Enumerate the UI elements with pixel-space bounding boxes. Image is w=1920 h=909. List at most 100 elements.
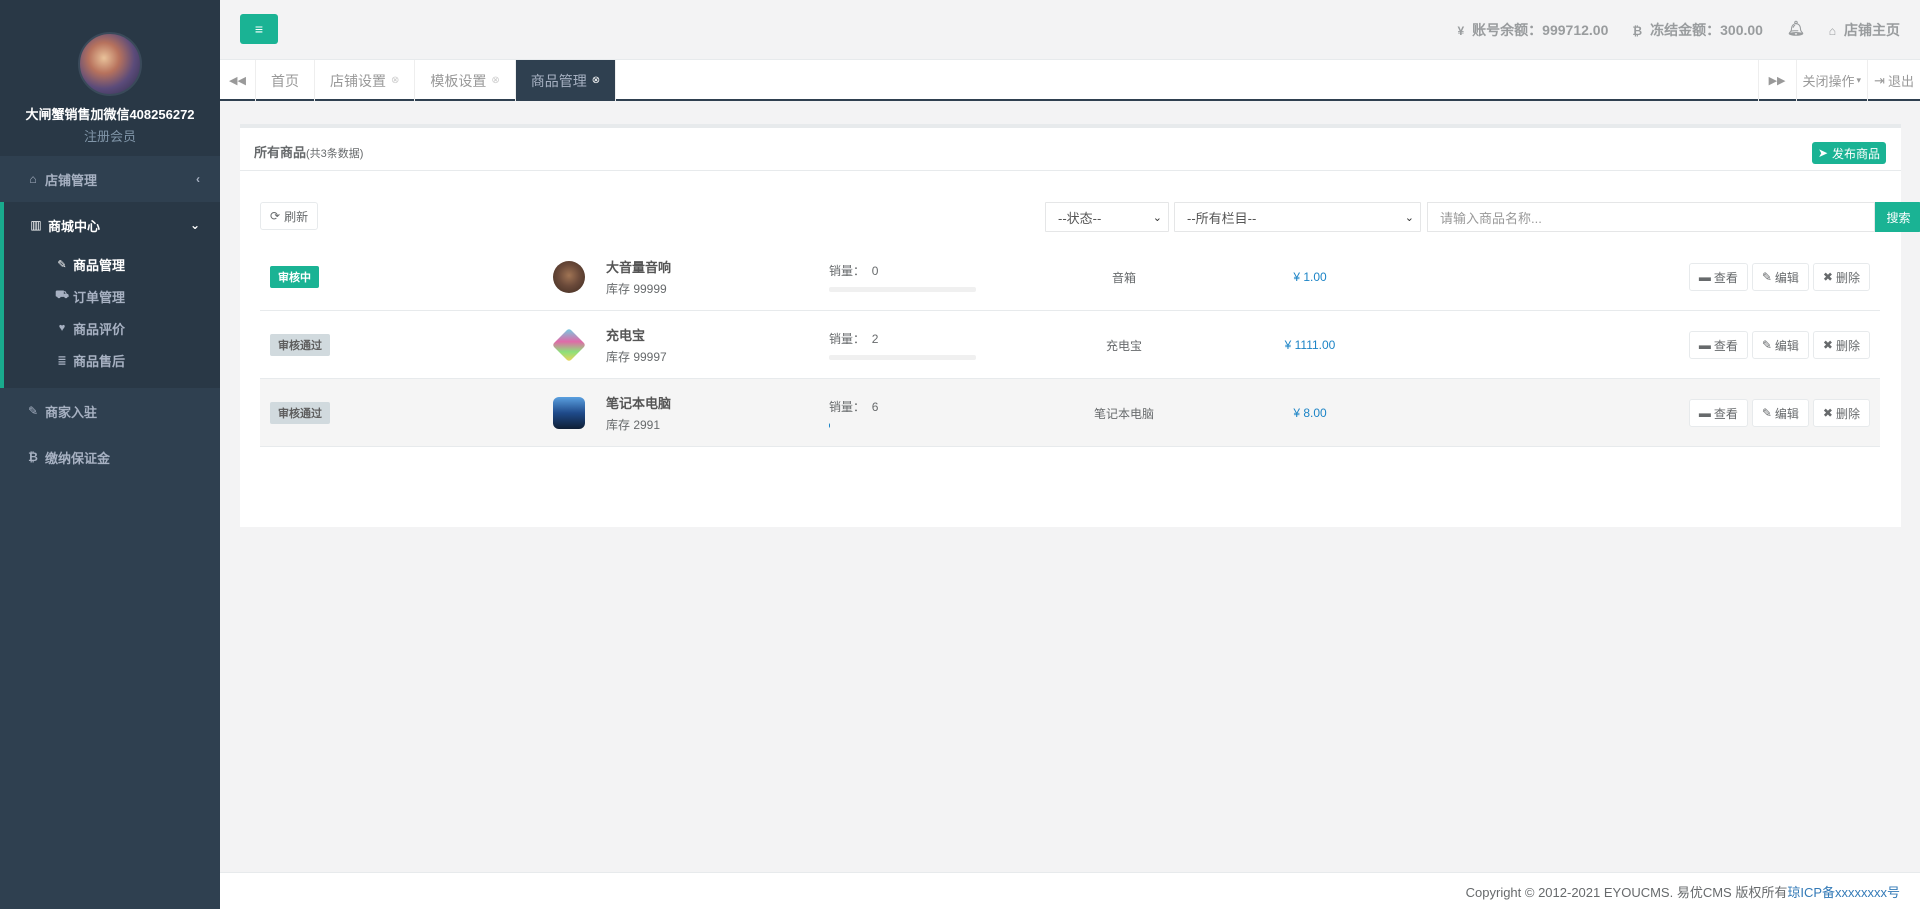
tab-label: 店铺设置 [330, 72, 386, 89]
close-icon: ✖ [1822, 338, 1833, 352]
column-select[interactable]: --所有栏目-- ⌄ [1174, 202, 1421, 232]
close-icon: ✖ [1822, 406, 1833, 420]
delete-label: 删除 [1835, 406, 1860, 421]
product-thumbnail[interactable] [552, 328, 586, 362]
sidebar-item-store-management[interactable]: ⌂ 店铺管理 ‹ [0, 156, 220, 202]
search-placeholder: 请输入商品名称... [1440, 210, 1542, 226]
sales-label: 销量： [829, 264, 866, 278]
sidebar: 大闸蟹销售加微信408256272 注册会员 ⌂ 店铺管理 ‹ ▥ 商城中心 ⌄… [0, 0, 220, 909]
view-button[interactable]: ▬ 查看 [1688, 263, 1748, 291]
tab-product-management[interactable]: 商品管理 ⊗ [515, 60, 617, 101]
edit-label: 编辑 [1774, 338, 1799, 353]
refresh-button[interactable]: ⟳ 刷新 [260, 202, 319, 230]
notification-bell[interactable]: 🔔︎ [1787, 20, 1805, 40]
refresh-icon: ⟳ [270, 209, 281, 223]
delete-button[interactable]: ✖ 删除 [1812, 263, 1870, 291]
product-price: ¥ 8.00 [1293, 406, 1327, 420]
forward-icon: ▶▶ [1768, 75, 1786, 87]
bar-chart-icon: ▥ [30, 218, 42, 232]
sidebar-subitem-order-management[interactable]: ⛟ 订单管理 [4, 280, 220, 312]
close-icon[interactable]: ⊗ [592, 75, 600, 86]
tabs-bar: ◀◀ 首页 店铺设置 ⊗ 模板设置 ⊗ 商品管理 ⊗ ▶▶ 关闭操作 ▾ ⇥ 退出 [220, 60, 1920, 101]
sidebar-subitem-after-sales[interactable]: ≣ 商品售后 [4, 344, 220, 376]
close-icon[interactable]: ⊗ [491, 75, 499, 86]
products-panel: 所有商品(共3条数据) ➤ 发布商品 ⟳ 刷新 --状态-- ⌄ --所有栏目-… [240, 124, 1920, 527]
view-button[interactable]: ▬ 查看 [1688, 331, 1748, 359]
tabs-scroll-left-button[interactable]: ◀◀ [220, 60, 256, 101]
product-stock: 库存 99997 [606, 350, 667, 364]
delete-button[interactable]: ✖ 删除 [1812, 331, 1870, 359]
sidebar-item-merchant-join[interactable]: ✎ 商家入驻 [0, 388, 220, 434]
tab-store-settings[interactable]: 店铺设置 ⊗ [315, 60, 416, 101]
product-stock: 库存 2991 [606, 418, 661, 432]
panel-header: 所有商品(共3条数据) ➤ 发布商品 [240, 128, 1901, 171]
logout-button[interactable]: ⇥ 退出 [1867, 60, 1920, 101]
icp-link[interactable]: 琼ICP备xxxxxxxx号 [1787, 882, 1900, 901]
folder-icon: ▬ [1698, 338, 1711, 352]
frozen-display: ₿ 冻结金额：300.00 [1632, 20, 1763, 40]
sidebar-subitem-label: 商品售后 [73, 353, 126, 369]
record-count: (共3条数据) [306, 148, 364, 160]
close-operations-dropdown[interactable]: 关闭操作 ▾ [1795, 60, 1868, 101]
tab-template-settings[interactable]: 模板设置 ⊗ [415, 60, 516, 101]
sidebar-subitem-product-reviews[interactable]: ♥ 商品评价 [4, 312, 220, 344]
close-ops-label: 关闭操作 [1802, 74, 1855, 89]
sidebar-subitem-label: 商品评价 [73, 321, 126, 337]
chevron-down-icon: ⌄ [1404, 211, 1414, 224]
sales-progress-bar [829, 423, 976, 428]
topbar: ≡ ¥ 账号余额：999712.00 ₿ 冻结金额：300.00 🔔︎ ⌂ 店铺主页 [220, 0, 1920, 60]
product-name[interactable]: 充电宝 [606, 325, 667, 344]
search-input[interactable]: 请输入商品名称... [1427, 202, 1875, 232]
chevron-left-icon: ‹ [196, 172, 200, 186]
logout-label: 退出 [1887, 74, 1914, 89]
publish-product-button[interactable]: ➤ 发布商品 [1811, 142, 1886, 164]
balance-text: 账号余额：999712.00 [1472, 22, 1609, 38]
table-row: 审核中 大音量音响 库存 99999 销量： 0 音箱 ¥ 1.00 ▬ 查看 ✎ 编… [260, 243, 1880, 311]
delete-button[interactable]: ✖ 删除 [1812, 399, 1870, 427]
menu-toggle-button[interactable]: ≡ [240, 14, 278, 44]
sidebar-subitem-product-management[interactable]: ✎ 商品管理 [4, 248, 220, 280]
user-role: 注册会员 [83, 129, 136, 144]
sales-count: 销量： 0 [829, 262, 976, 279]
store-home-link[interactable]: ⌂ 店铺主页 [1829, 20, 1900, 40]
chevron-down-icon: ⌄ [189, 218, 200, 232]
edit-button[interactable]: ✎ 编辑 [1751, 399, 1809, 427]
close-icon[interactable]: ⊗ [391, 75, 399, 86]
view-button[interactable]: ▬ 查看 [1688, 399, 1748, 427]
sidebar-item-deposit[interactable]: ₿ 缴纳保证金 [0, 434, 220, 480]
product-thumbnail[interactable] [553, 261, 585, 293]
view-label: 查看 [1713, 338, 1738, 353]
delete-label: 删除 [1835, 338, 1860, 353]
sidebar-item-mall-center[interactable]: ▥ 商城中心 ⌄ [4, 202, 220, 248]
avatar[interactable] [78, 32, 142, 96]
search-button[interactable]: 搜索 [1875, 202, 1920, 232]
product-category: 充电宝 [1105, 338, 1142, 353]
home-icon: ⌂ [29, 172, 37, 186]
product-name[interactable]: 笔记本电脑 [606, 393, 671, 412]
copyright-text: Copyright © 2012-2021 EYOUCMS. 易优CMS 版权所… [1465, 884, 1788, 900]
sales-value: 2 [871, 332, 879, 346]
pencil-icon: ✎ [1761, 406, 1772, 420]
sales-value: 0 [871, 264, 879, 278]
user-name[interactable]: 大闸蟹销售加微信408256272 [0, 104, 220, 123]
edit-label: 编辑 [1774, 406, 1799, 421]
product-thumbnail[interactable] [553, 397, 585, 429]
pencil-icon: ✎ [1761, 338, 1772, 352]
caret-down-icon: ▾ [1856, 75, 1862, 85]
edit-button[interactable]: ✎ 编辑 [1751, 263, 1809, 291]
store-home-text: 店铺主页 [1844, 22, 1900, 38]
database-icon: ≣ [57, 354, 67, 367]
publish-label: 发布商品 [1831, 146, 1880, 161]
tabs-scroll-right-button[interactable]: ▶▶ [1757, 60, 1796, 101]
product-category: 音箱 [1111, 270, 1136, 285]
product-price: ¥ 1.00 [1293, 270, 1327, 284]
search-label: 搜索 [1886, 210, 1911, 225]
edit-button[interactable]: ✎ 编辑 [1751, 331, 1809, 359]
products-table: 审核中 大音量音响 库存 99999 销量： 0 音箱 ¥ 1.00 ▬ 查看 ✎ 编… [260, 243, 1880, 447]
sales-label: 销量： [829, 400, 866, 414]
pencil-icon: ✎ [1761, 270, 1772, 284]
status-badge: 审核通过 [270, 402, 330, 424]
product-name[interactable]: 大音量音响 [606, 257, 671, 276]
tab-home[interactable]: 首页 [256, 60, 315, 101]
status-select[interactable]: --状态-- ⌄ [1045, 202, 1169, 232]
